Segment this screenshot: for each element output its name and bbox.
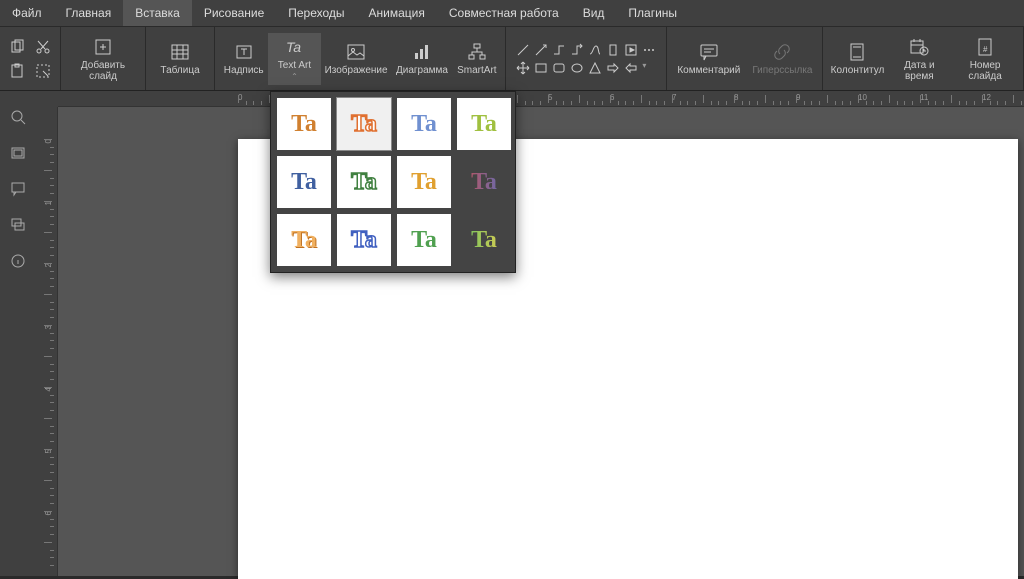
- shape-play-icon[interactable]: [624, 43, 638, 57]
- menu-plugins[interactable]: Плагины: [616, 0, 689, 26]
- menu-animation[interactable]: Анимация: [357, 0, 437, 26]
- chat-icon[interactable]: [10, 217, 28, 235]
- textart-label: Text Art ⌃: [274, 60, 314, 82]
- textart-style-2[interactable]: Ta: [337, 98, 391, 150]
- textart-style-5[interactable]: Ta: [277, 156, 331, 208]
- textart-style-8[interactable]: Ta: [457, 156, 511, 208]
- shape-ellipse-icon[interactable]: [570, 61, 584, 75]
- ruler-horizontal: 0123456789101112: [58, 91, 1024, 107]
- shape-line-icon[interactable]: [516, 43, 530, 57]
- slide-number-button[interactable]: # Номер слайда: [951, 33, 1019, 85]
- shape-elbow-arrow-icon[interactable]: [570, 43, 584, 57]
- header-footer-icon: [846, 41, 868, 63]
- menu-file[interactable]: Файл: [0, 0, 54, 26]
- add-slide-icon: [92, 36, 114, 58]
- image-icon: [345, 41, 367, 63]
- textart-style-9[interactable]: Ta: [277, 214, 331, 266]
- shape-arrow-right-icon[interactable]: [606, 61, 620, 75]
- shape-arrow-icon[interactable]: [534, 43, 548, 57]
- shape-triangle-icon[interactable]: [588, 61, 602, 75]
- chart-button[interactable]: Диаграмма: [392, 38, 453, 79]
- svg-text:Ta: Ta: [286, 39, 301, 55]
- slides-panel-icon[interactable]: [10, 145, 28, 163]
- comment-label: Комментарий: [677, 65, 740, 76]
- workspace: 0123456789101112 0123456 TaTaTaTaTaTaTaT…: [0, 91, 1024, 576]
- copy-icon[interactable]: [8, 38, 26, 56]
- textbox-icon: [233, 41, 255, 63]
- textart-style-12[interactable]: Ta: [457, 214, 511, 266]
- shape-rect-icon[interactable]: [534, 61, 548, 75]
- textbox-label: Надпись: [224, 65, 264, 76]
- date-time-button[interactable]: Дата и время: [887, 33, 951, 85]
- textbox-button[interactable]: Надпись: [219, 38, 268, 79]
- menubar: Файл Главная Вставка Рисование Переходы …: [0, 0, 1024, 26]
- svg-text:#: #: [983, 45, 988, 54]
- add-slide-label: Добавить слайд: [71, 60, 135, 82]
- paste-icon[interactable]: [8, 62, 26, 80]
- textart-dropdown: TaTaTaTaTaTaTaTaTaTaTaTa: [270, 91, 516, 273]
- menu-view[interactable]: Вид: [571, 0, 617, 26]
- left-panel: [0, 91, 38, 576]
- textart-style-4[interactable]: Ta: [457, 98, 511, 150]
- menu-home[interactable]: Главная: [54, 0, 124, 26]
- slide-number-icon: #: [974, 36, 996, 58]
- shape-curve-icon[interactable]: [588, 43, 602, 57]
- header-footer-label: Колонтитул: [831, 65, 885, 76]
- smartart-label: SmartArt: [457, 65, 496, 76]
- textart-icon: Ta: [283, 36, 305, 58]
- add-slide-button[interactable]: Добавить слайд: [65, 33, 141, 85]
- menu-insert[interactable]: Вставка: [123, 0, 192, 26]
- shape-move-icon[interactable]: [516, 61, 530, 75]
- hyperlink-icon: [771, 41, 793, 63]
- select-icon[interactable]: [34, 62, 52, 80]
- shapes-dropdown-icon[interactable]: ▾: [642, 61, 646, 75]
- editor-area: 0123456789101112 0123456 TaTaTaTaTaTaTaT…: [38, 91, 1024, 576]
- date-time-icon: [908, 36, 930, 58]
- search-icon[interactable]: [10, 109, 28, 127]
- shape-elbow-icon[interactable]: [552, 43, 566, 57]
- shape-arrow-left-icon[interactable]: [624, 61, 638, 75]
- textart-style-10[interactable]: Ta: [337, 214, 391, 266]
- smartart-icon: [466, 41, 488, 63]
- ruler-vertical: 0123456: [38, 107, 58, 576]
- menu-transitions[interactable]: Переходы: [276, 0, 356, 26]
- table-button[interactable]: Таблица: [150, 38, 210, 79]
- shape-rect-thin-icon[interactable]: [606, 43, 620, 57]
- image-button[interactable]: Изображение: [321, 38, 392, 79]
- date-time-label: Дата и время: [893, 60, 945, 82]
- toolbar: Добавить слайд Таблица Надпись Ta Text A…: [0, 26, 1024, 91]
- menu-collab[interactable]: Совместная работа: [437, 0, 571, 26]
- textart-style-6[interactable]: Ta: [337, 156, 391, 208]
- shapes-gallery[interactable]: ▾: [510, 39, 662, 79]
- shape-roundrect-icon[interactable]: [552, 61, 566, 75]
- table-label: Таблица: [160, 65, 199, 76]
- shape-more-icon[interactable]: [642, 43, 656, 57]
- comment-button[interactable]: Комментарий: [671, 38, 746, 79]
- cut-icon[interactable]: [34, 38, 52, 56]
- smartart-button[interactable]: SmartArt: [452, 38, 501, 79]
- ruler-corner: [38, 91, 58, 107]
- textart-style-3[interactable]: Ta: [397, 98, 451, 150]
- textart-style-7[interactable]: Ta: [397, 156, 451, 208]
- info-icon[interactable]: [10, 253, 28, 271]
- header-footer-button[interactable]: Колонтитул: [827, 38, 887, 79]
- chart-label: Диаграмма: [396, 65, 448, 76]
- textart-style-1[interactable]: Ta: [277, 98, 331, 150]
- comment-icon: [698, 41, 720, 63]
- comments-panel-icon[interactable]: [10, 181, 28, 199]
- hyperlink-label: Гиперссылка: [752, 65, 812, 76]
- menu-draw[interactable]: Рисование: [192, 0, 276, 26]
- chart-icon: [411, 41, 433, 63]
- slide-number-label: Номер слайда: [957, 60, 1013, 82]
- image-label: Изображение: [325, 65, 388, 76]
- textart-button[interactable]: Ta Text Art ⌃: [268, 33, 320, 85]
- table-icon: [169, 41, 191, 63]
- hyperlink-button: Гиперссылка: [746, 38, 818, 79]
- textart-style-11[interactable]: Ta: [397, 214, 451, 266]
